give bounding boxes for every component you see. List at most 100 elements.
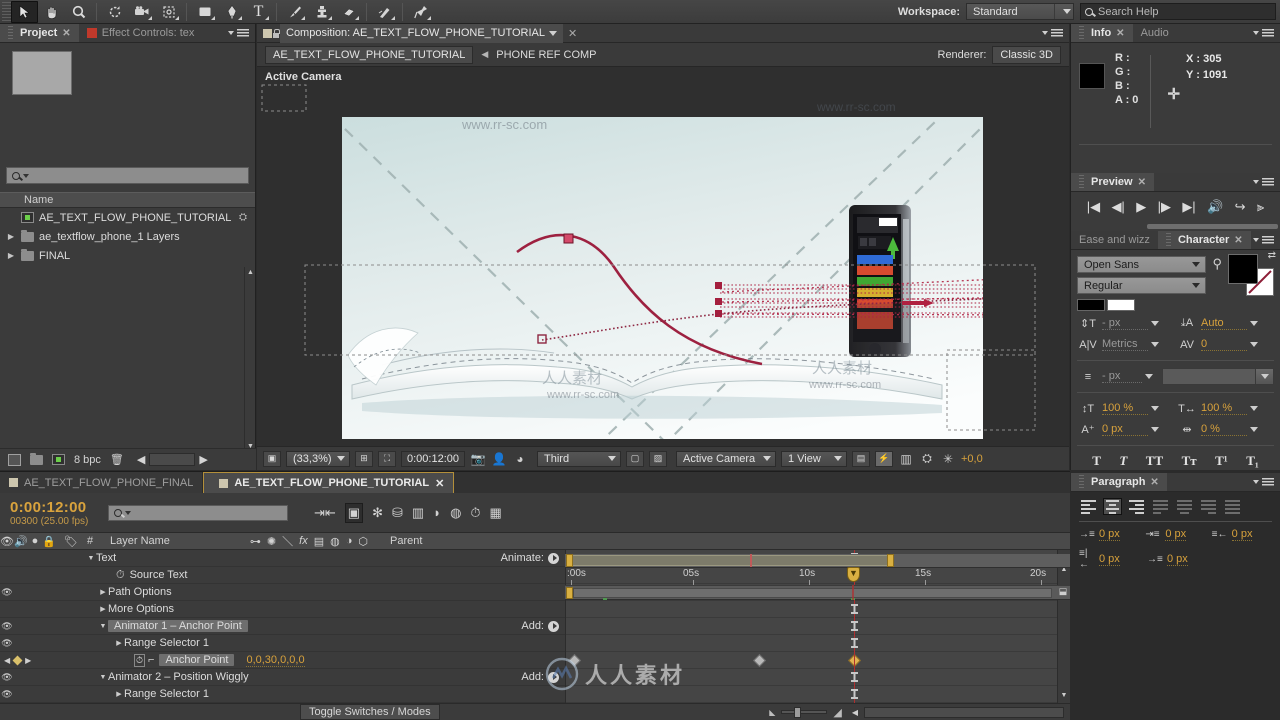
always-preview-icon[interactable]: ▣ [263,450,281,467]
page-next-icon[interactable]: ▶ [199,453,207,466]
indent-left-field[interactable]: →≡ 0 px [1079,528,1139,541]
list-item[interactable]: ▶ FINAL [0,246,255,265]
column-index-label[interactable]: # [82,535,98,547]
chevron-down-icon[interactable] [1250,342,1258,347]
toggle-switches-modes-button[interactable]: Toggle Switches / Modes [300,704,440,720]
renderer-value[interactable]: Classic 3D [992,45,1061,64]
scroll-up-icon[interactable]: ▲ [245,267,256,278]
leading-value[interactable]: Auto [1201,317,1247,330]
region-of-interest-icon[interactable]: ⛶ [378,450,396,467]
timeline-start-handle[interactable] [566,587,573,599]
current-time-field[interactable]: 0:00:12:00 [401,450,465,467]
region-of-interest-toggle-icon[interactable]: ▢ [626,450,644,467]
next-frame-button[interactable]: |▶ [1158,199,1171,215]
eye-icon[interactable]: 👁 [0,621,14,632]
tab-preview[interactable]: Preview ✕ [1071,173,1154,191]
stroke-width-value[interactable]: - px [1102,370,1142,383]
fill-color-swatch[interactable] [1228,254,1258,284]
comp-marker-icon[interactable]: ⬓ [1056,586,1070,600]
close-icon[interactable]: ✕ [62,28,70,39]
eye-icon[interactable]: 👁 [0,638,14,649]
close-icon[interactable]: ✕ [1234,235,1242,246]
first-frame-button[interactable]: |◀ [1087,199,1100,215]
effects-icon[interactable]: fx [299,535,308,547]
label-color-icon[interactable]: 🏷 [60,535,82,548]
font-style-select[interactable]: Regular [1077,277,1207,294]
comp-flowchart-icon[interactable]: ⛭ [919,451,935,466]
pen-tool-icon[interactable] [218,1,245,23]
hide-shy-layers-icon[interactable]: ✻ [372,505,383,521]
breadcrumb-comp[interactable]: AE_TEXT_FLOW_PHONE_TUTORIAL [265,45,474,64]
add-menu-icon[interactable] [548,620,559,632]
add-menu-icon[interactable] [548,671,559,683]
table-row[interactable]: 👁 ▶ Path Options [0,584,565,601]
horizontal-scale-value[interactable]: 100 % [1201,402,1247,415]
project-search-input[interactable] [6,167,249,184]
table-row[interactable]: ⏱ Source Text [0,567,565,584]
chevron-down-icon[interactable] [549,30,557,36]
bit-depth-label[interactable]: 8 bpc [74,454,101,466]
breadcrumb-child[interactable]: PHONE REF COMP [496,49,596,61]
brush-tool-icon[interactable] [281,1,308,23]
enable-frame-blending-icon[interactable]: ⛁ [392,505,403,521]
preview-scrollbar[interactable] [1071,222,1280,231]
keyframe-marker-icon[interactable] [12,655,23,665]
close-icon[interactable]: ✕ [1138,177,1146,188]
font-family-select[interactable]: Open Sans [1077,256,1207,273]
small-caps-button[interactable]: Tт [1182,453,1197,469]
tab-composition[interactable]: Composition: AE_TEXT_FLOW_PHONE_TUTORIAL [280,23,563,43]
timeline-ruler-area[interactable]: :00s 05s 10s 15s 20s ▼ ⬓ [565,554,1070,600]
add-control[interactable]: Add: [521,620,559,632]
rotation-tool-icon[interactable] [101,1,128,23]
close-icon[interactable]: ✕ [1116,28,1124,39]
roto-brush-tool-icon[interactable] [371,1,398,23]
eraser-tool-icon[interactable] [335,1,362,23]
tab-ease-and-wizz[interactable]: Ease and wizz [1071,231,1158,249]
fill-color-mini[interactable] [1077,299,1105,311]
all-caps-button[interactable]: TT [1146,453,1163,469]
faux-italic-button[interactable]: T [1119,453,1127,469]
composition-mini-flowchart-icon[interactable]: ⇥⇤ [314,505,336,521]
delete-icon[interactable]: 🗑 [110,453,124,466]
zoom-slider[interactable] [781,707,828,718]
quality-icon[interactable]: ＼ [282,533,293,549]
graph-editor-icon[interactable]: ◗ [433,505,441,520]
solo-switch-icon[interactable]: ● [28,535,42,547]
list-item[interactable]: AE_TEXT_FLOW_PHONE_TUTORIAL ⛭ [0,208,255,227]
column-parent-label[interactable]: Parent [390,535,422,547]
subscript-button[interactable]: T₁ [1246,453,1259,469]
chevron-down-icon[interactable] [1151,427,1159,432]
exposure-reset-icon[interactable]: ✳ [940,452,956,466]
shy-icon[interactable]: ⊶ [250,535,261,548]
chevron-down-icon[interactable] [1145,374,1153,379]
table-row[interactable]: 👁 ▼ Animator 1 – Anchor Point Add: [0,618,565,635]
selection-tool-icon[interactable] [11,0,38,23]
timeline-horizontal-scrollbar[interactable] [864,706,1064,718]
tab-info[interactable]: Info ✕ [1071,24,1133,42]
align-right-button[interactable] [1127,498,1146,515]
space-before-field[interactable]: ≡|← 0 px [1079,548,1141,570]
twirl-down-icon[interactable]: ▼ [98,674,108,681]
motion-blur-col-icon[interactable]: ◍ [330,535,340,548]
work-area-start-handle[interactable] [566,554,573,567]
table-row[interactable]: 👁 ▼ Animator 2 – Position Wiggly Add: [0,669,565,686]
composition-viewer[interactable]: Active Camera www.rr-sc.com 人人素材 www.rr-… [257,67,1069,439]
column-layer-name-label[interactable]: Layer Name [110,535,170,547]
justify-last-center-button[interactable] [1175,498,1194,515]
new-folder-icon[interactable] [30,452,43,465]
eye-icon[interactable]: 👁 [0,689,14,700]
zoom-in-icon[interactable]: ◢ [833,706,841,719]
preview-panel-menu[interactable] [1253,173,1280,191]
twirl-down-icon[interactable]: ▼ [98,623,108,630]
project-pager[interactable]: ◀ ▶ [137,453,208,466]
choose-grid-guides-icon[interactable]: ⊞ [355,450,373,467]
draft-3d-icon[interactable]: ▣ [344,502,364,523]
indent-right-field[interactable]: ≡← 0 px [1212,528,1272,541]
swap-colors-icon[interactable]: ⇄ [1268,250,1276,261]
pan-behind-tool-icon[interactable] [155,1,182,23]
faux-bold-button[interactable]: T [1092,453,1101,469]
tab-comp-tutorial[interactable]: AE_TEXT_FLOW_PHONE_TUTORIAL ✕ [203,472,455,493]
zoom-tool-icon[interactable] [65,1,92,23]
superscript-button[interactable]: T¹ [1215,453,1228,469]
magnification-select[interactable]: (33,3%) [286,450,350,467]
